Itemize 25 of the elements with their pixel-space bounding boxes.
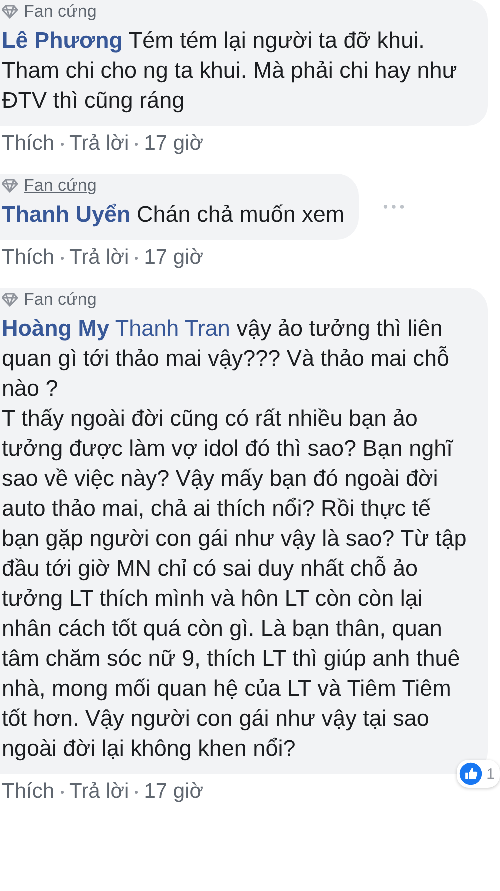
author-link[interactable]: Lê Phương [2, 28, 124, 53]
action-link[interactable]: Trả lời [70, 132, 130, 156]
author-link[interactable]: Hoàng My [2, 316, 110, 341]
comment-text: Thanh Uyển Chán chả muốn xem [2, 201, 345, 229]
thumbs-up-icon [458, 761, 484, 787]
action-link[interactable]: Thích [2, 132, 55, 156]
author-link[interactable]: Thanh Uyển [2, 202, 131, 227]
comment-text: Lê Phương Tém tém lại người ta đỡ khui. Tham chi cho ng ta khui. Mà phải chi hay như ĐTV thì cũng ráng [2, 27, 458, 115]
more-icon [382, 204, 405, 210]
badge-label[interactable]: Fan cứng [24, 176, 97, 196]
action-link[interactable]: Thích [2, 780, 55, 804]
comment-text: Hoàng My Thanh Tran vậy ảo tưởng thì liên quan gì tới thảo mai vậy??? Và thảo mai chỗ nào ? T thấy ngoài đời cũng có rất nhiều bạn ảo tưởng được làm vợ idol đó thì sao? Bạn nghĩ sao về việc này? Vậy mấy bạn đó ngoài đời auto thảo mai, chả ai thích nổi? Rồi thực tế bạn gặp người con gái như vậy là sao? Từ tập đầu tới giờ MN chỉ có sai duy nhất chỗ ảo tưởng LT thích mình và hôn LT còn còn lại nhân cách tốt quá còn gì. Là bạn thân, quan tâm chăm sóc nữ 9, thích LT thì giúp anh thuê nhà, mong mối quan hệ của LT và Tiêm Tiêm tốt hơn. Vậy người con gái như vậy tại sao ngoài đời lại không khen nổi? [2, 315, 468, 763]
diamond-icon [2, 293, 18, 307]
action-link[interactable]: Trả lời [70, 780, 130, 804]
action-link[interactable]: Trả lời [70, 246, 130, 270]
timestamp: 17 giờ [144, 246, 204, 270]
diamond-icon [2, 5, 18, 19]
action-link[interactable]: Thích [2, 246, 55, 270]
reaction-count[interactable]: 1 [456, 760, 500, 788]
badge-label[interactable]: Fan cứng [24, 290, 97, 310]
timestamp: 17 giờ [144, 780, 204, 804]
diamond-icon [2, 179, 18, 193]
badge-label[interactable]: Fan cứng [24, 2, 97, 22]
mention-link[interactable]: Thanh Tran [115, 316, 230, 341]
timestamp: 17 giờ [144, 132, 204, 156]
